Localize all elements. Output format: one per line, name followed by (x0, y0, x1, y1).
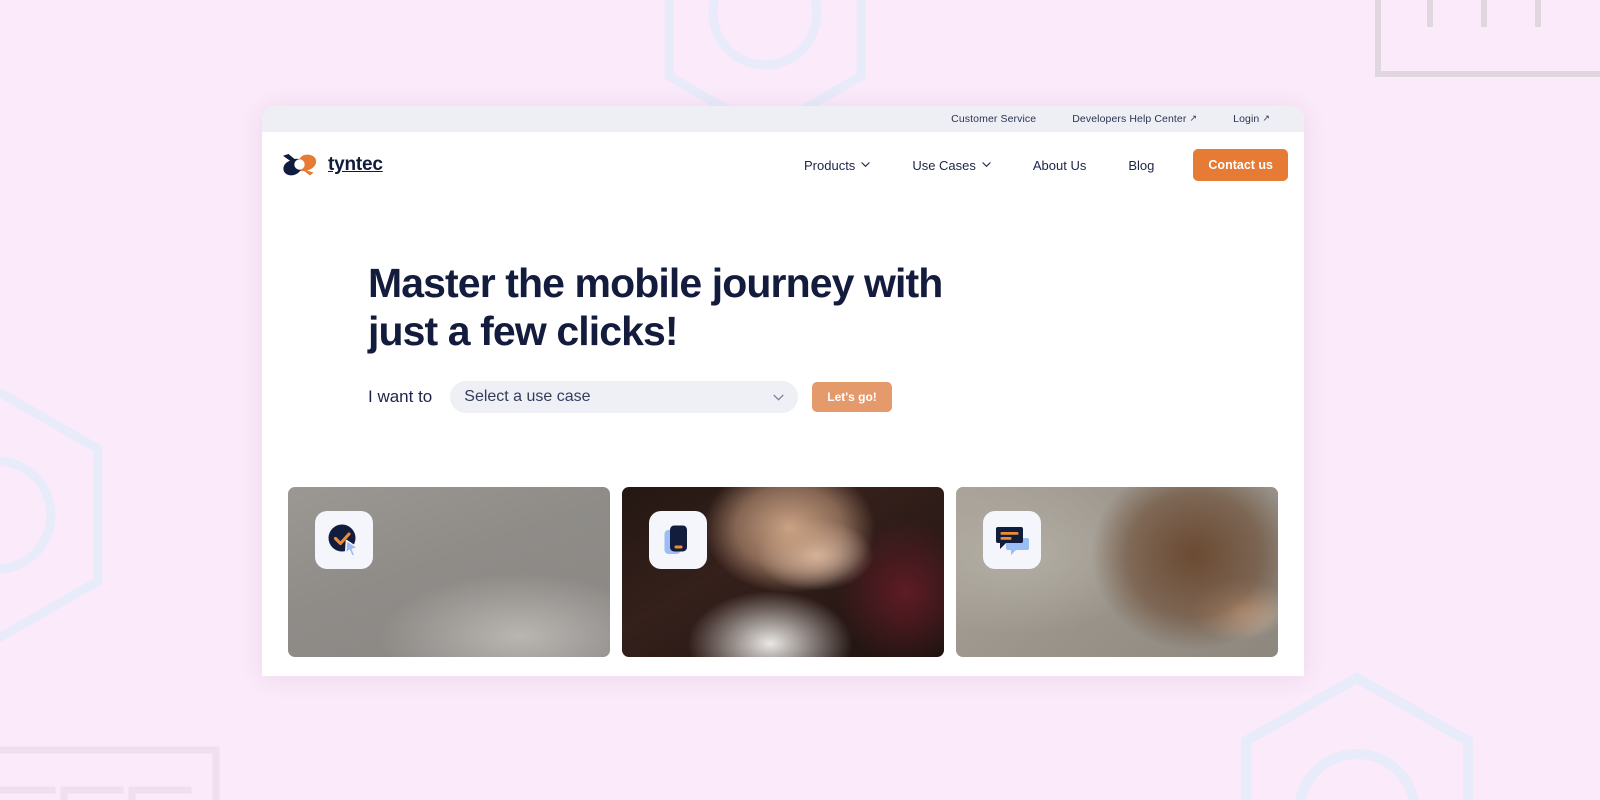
nav-item-label: About Us (1032, 157, 1087, 173)
circuit-pattern-top-right-icon (1375, 0, 1600, 77)
use-case-form: I want to Select a use case Let's go! (368, 381, 1304, 414)
hexagon-circle-left-icon (0, 387, 103, 643)
chat-bubble-icon (996, 527, 1029, 556)
card-badge (649, 511, 707, 570)
external-link-icon: ↗ (1262, 112, 1270, 123)
card-badge (315, 511, 373, 570)
lets-go-button[interactable]: Let's go! (812, 382, 892, 413)
main-navigation: tyntec Products Use Cases About Us Blog (262, 132, 1304, 198)
use-case-cards (262, 487, 1304, 658)
utility-link-developers-help-center[interactable]: Developers Help Center ↗ (1054, 113, 1215, 125)
nav-item-about-us[interactable]: About Us (1012, 158, 1107, 173)
tyntec-logo-mark-icon (283, 154, 317, 176)
use-case-select[interactable]: Select a use case (450, 381, 799, 414)
chevron-down-icon (773, 394, 784, 401)
tyntec-logo[interactable]: tyntec (280, 152, 383, 178)
use-case-card-1[interactable] (288, 487, 610, 658)
utility-link-login[interactable]: Login ↗ (1215, 113, 1288, 125)
hero-section: Master the mobile journey with just a fe… (262, 198, 1304, 414)
use-case-select-value: Select a use case (464, 388, 591, 406)
nav-links: Products Use Cases About Us Blog Contact… (783, 149, 1288, 181)
page-title-line-1: Master the mobile journey with (368, 260, 943, 306)
nav-item-label: Blog (1128, 157, 1155, 173)
use-case-form-label: I want to (368, 387, 433, 407)
check-circle-cursor-icon (328, 524, 359, 558)
nav-item-products[interactable]: Products (783, 158, 891, 173)
contact-us-button[interactable]: Contact us (1193, 149, 1288, 181)
hexagon-circle-bottom-right-icon (1241, 672, 1473, 800)
nav-item-blog[interactable]: Blog (1107, 158, 1175, 173)
page-title-line-2: just a few clicks! (368, 307, 679, 354)
chevron-down-icon (982, 161, 991, 167)
nav-item-label: Use Cases (912, 157, 976, 173)
tyntec-wordmark: tyntec (328, 154, 383, 175)
page-title: Master the mobile journey with just a fe… (368, 260, 1008, 355)
chevron-down-icon (861, 161, 870, 167)
use-case-card-3[interactable] (956, 487, 1278, 658)
browser-window: Customer Service Developers Help Center … (262, 106, 1304, 676)
card-badge (983, 511, 1041, 570)
use-case-card-2[interactable] (622, 487, 944, 658)
utility-link-customer-service[interactable]: Customer Service (933, 113, 1054, 125)
nav-item-use-cases[interactable]: Use Cases (891, 158, 1012, 173)
mobile-phone-icon (664, 525, 687, 555)
utility-link-label: Developers Help Center (1072, 113, 1187, 125)
utility-bar: Customer Service Developers Help Center … (262, 106, 1304, 132)
circuit-pattern-bottom-left-icon (0, 746, 220, 800)
external-link-icon: ↗ (1189, 112, 1198, 123)
nav-item-label: Products (804, 157, 856, 173)
utility-link-label: Customer Service (951, 113, 1037, 125)
utility-link-label: Login (1233, 113, 1260, 125)
